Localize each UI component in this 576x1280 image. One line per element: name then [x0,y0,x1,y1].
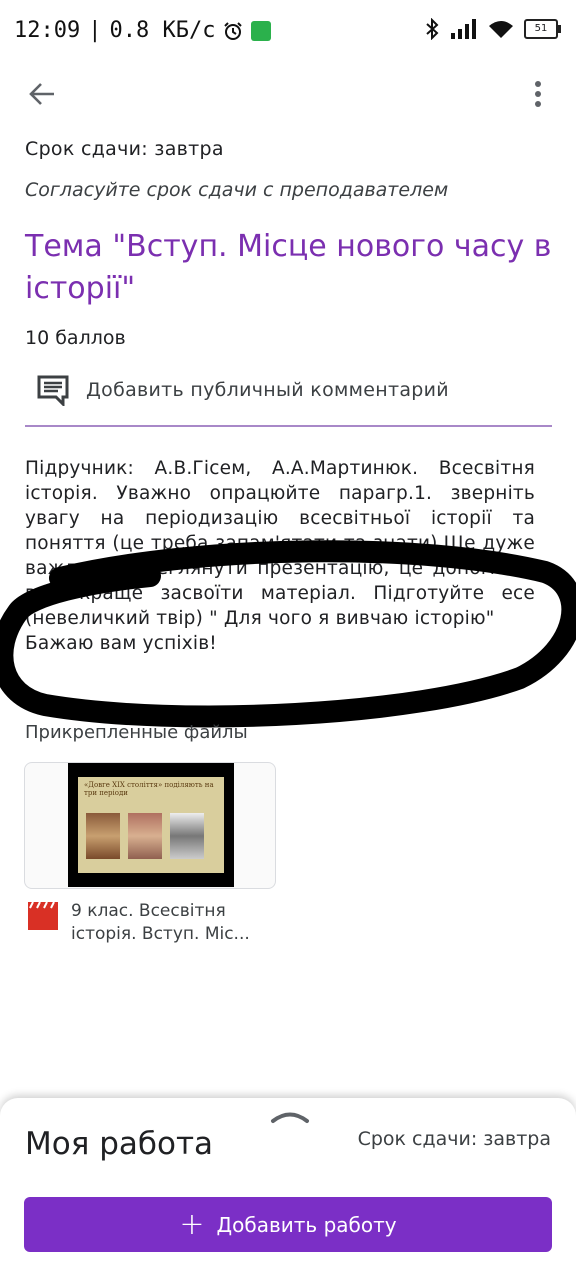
slide-image-1 [86,813,120,859]
status-speed: 0.8 КБ/с [109,18,216,43]
attachment-thumbnail: «Довге XIX століття» поділяють на три пе… [68,763,234,887]
back-button[interactable] [20,72,64,116]
status-bar: 12:09 | 0.8 КБ/с 51 [0,0,576,64]
signal-icon [451,19,476,39]
add-work-label: Добавить работу [216,1212,397,1237]
points-label: 10 баллов [25,327,126,349]
bluetooth-icon [426,18,439,40]
comment-icon [37,375,69,406]
classroom-assignment-screen: 12:09 | 0.8 КБ/с 51 Срок сдачи: завтра С… [0,0,576,1280]
plus-icon: + [179,1206,205,1242]
slide-image-3 [170,813,204,859]
wifi-icon [489,21,513,38]
alarm-icon [224,21,243,40]
slide-title: «Довге XIX століття» поділяють на три пе… [84,781,214,797]
description-wish: Бажаю вам успіхів! [25,633,217,654]
attachment-card[interactable]: «Довге XIX століття» поділяють на три пе… [24,762,276,889]
attached-files-label: Прикрепленные файлы [25,722,248,743]
exercise-icon [251,20,272,41]
add-public-comment-button[interactable]: Добавить публичный комментарий [36,368,449,412]
sheet-expand-handle[interactable] [270,1108,310,1124]
status-right: 51 [424,18,561,40]
slide-preview: «Довге XIX століття» поділяють на три пе… [78,777,224,873]
add-public-comment-label: Добавить публичный комментарий [86,379,449,401]
due-date: Срок сдачи: завтра [25,138,224,160]
more-options-button[interactable] [516,72,560,116]
status-left: 12:09 | 0.8 КБ/с [14,18,272,43]
agree-due-note: Согласуйте срок сдачи с преподавателем [25,179,449,201]
slide-image-2 [128,813,162,859]
attachment-file-name: 9 клас. Всесвітня історія. Вступ. Міс... [71,901,250,944]
chevron-up-icon [271,1112,309,1123]
add-work-button[interactable]: + Добавить работу [24,1197,552,1252]
battery-icon: 51 [524,19,561,39]
video-file-icon [28,901,58,930]
description-text: Підручник: А.В.Гісем, А.А.Мартинюк. Всес… [25,458,535,629]
assignment-description: Підручник: А.В.Гісем, А.А.Мартинюк. Всес… [25,456,535,656]
my-work-title: Моя работа [25,1126,214,1162]
divider [25,425,552,427]
my-work-sheet: Моя работа Срок сдачи: завтра + Добавить… [0,1098,576,1280]
more-vert-icon [535,81,541,107]
status-separator: | [88,18,102,43]
assignment-title: Тема "Вступ. Місце нового часу в історії… [25,229,552,306]
back-arrow-icon [29,83,54,105]
my-work-due: Срок сдачи: завтра [357,1128,551,1150]
attachment-name-row[interactable]: 9 клас. Всесвітня історія. Вступ. Міс... [27,900,271,946]
status-time: 12:09 [14,18,81,43]
